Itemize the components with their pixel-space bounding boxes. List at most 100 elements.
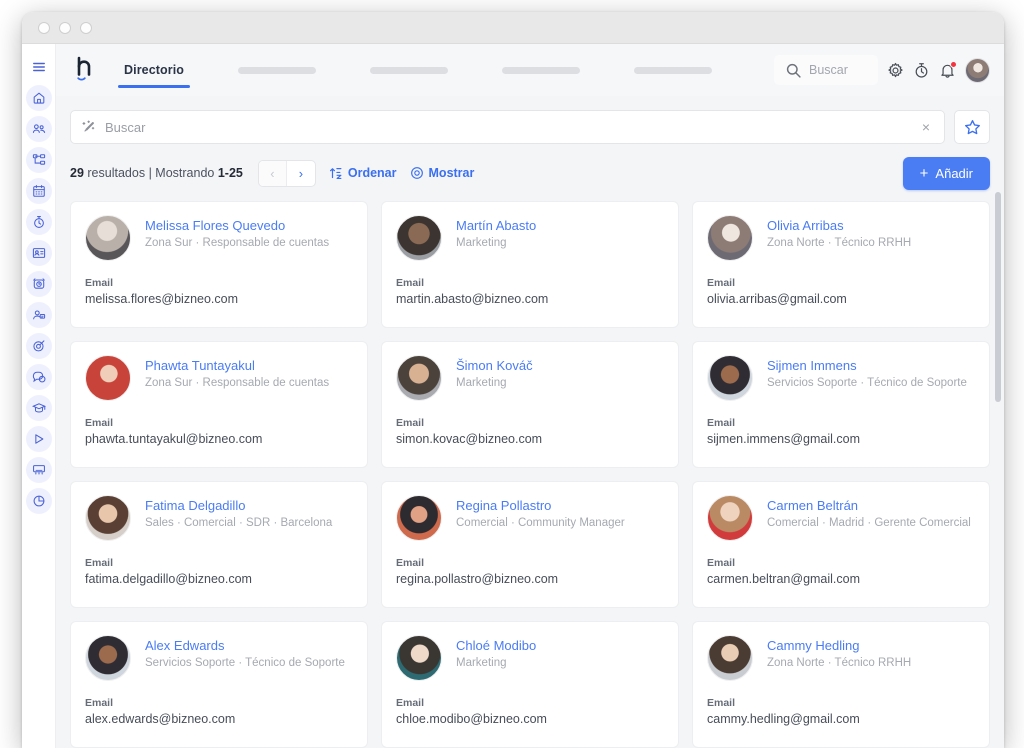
tab-placeholder-4[interactable] — [628, 44, 718, 96]
show-button[interactable]: Mostrar — [410, 166, 474, 180]
clear-search-button[interactable]: × — [918, 120, 934, 134]
sidebar-item-id-card[interactable] — [25, 240, 52, 266]
sidebar-item-people[interactable] — [25, 116, 52, 142]
user-avatar[interactable] — [965, 57, 990, 83]
employee-card[interactable]: Cammy Hedling Zona Norte · Técnico RRHH … — [692, 621, 990, 748]
sidebar-item-messages[interactable] — [25, 364, 52, 390]
avatar[interactable] — [396, 495, 442, 541]
employee-card[interactable]: Melissa Flores Quevedo Zona Sur · Respon… — [70, 201, 368, 328]
employee-meta: Servicios Soporte · Técnico de Soporte — [767, 377, 967, 389]
gear-icon[interactable] — [887, 62, 904, 79]
employee-card[interactable]: Martín Abasto Marketing Email martin.aba… — [381, 201, 679, 328]
email-label: Email — [707, 697, 736, 709]
tab-placeholder-3[interactable] — [496, 44, 586, 96]
add-button[interactable]: + Añadir — [902, 156, 990, 190]
sidebar-item-reports[interactable] — [25, 488, 52, 514]
avatar[interactable] — [396, 215, 442, 261]
employee-card[interactable]: Regina Pollastro Comercial · Community M… — [381, 481, 679, 608]
prev-page-button[interactable]: ‹ — [258, 160, 287, 186]
avatar[interactable] — [85, 495, 131, 541]
bell-icon[interactable] — [939, 60, 957, 79]
employee-name[interactable]: Sijmen Immens — [767, 358, 974, 373]
header-actions: Buscar — [774, 55, 990, 85]
sidebar-item-recruitment[interactable] — [25, 302, 52, 328]
card-header: Phawta Tuntayakul Zona Sur · Responsable… — [85, 355, 352, 401]
avatar[interactable] — [396, 635, 442, 681]
avatar[interactable] — [85, 635, 131, 681]
browser-window: Directorio Buscar Buscar × 29 resultados… — [22, 12, 1004, 748]
sidebar-item-home[interactable] — [25, 85, 52, 111]
employee-name[interactable]: Alex Edwards — [145, 638, 352, 653]
avatar[interactable] — [85, 355, 131, 401]
sidebar-item-performance[interactable] — [25, 333, 52, 359]
sidebar-item-meetings[interactable] — [25, 457, 52, 483]
tab-gap — [586, 44, 628, 96]
employee-name[interactable]: Regina Pollastro — [456, 498, 663, 513]
search-input[interactable]: Buscar × — [70, 110, 945, 144]
sidebar-item-menu[interactable] — [26, 54, 52, 80]
avatar[interactable] — [707, 215, 753, 261]
employee-meta: Zona Sur · Responsable de cuentas — [145, 237, 330, 249]
sidebar-item-alarm[interactable] — [25, 271, 52, 297]
email-label: Email — [396, 277, 425, 289]
app-content: Directorio Buscar Buscar × 29 resultados… — [56, 44, 1004, 748]
employee-card[interactable]: Fatima Delgadillo Sales · Comercial · SD… — [70, 481, 368, 608]
employee-card[interactable]: Carmen Beltrán Comercial · Madrid · Gere… — [692, 481, 990, 608]
results-count: 29 — [70, 166, 84, 180]
sidebar-item-training[interactable] — [25, 395, 52, 421]
scrollbar-thumb[interactable] — [995, 192, 1001, 402]
sidebar-item-time-tracking[interactable] — [25, 209, 52, 235]
employee-email: regina.pollastro@bizneo.com — [396, 572, 559, 586]
scrollbar-track[interactable] — [994, 96, 1002, 748]
employee-card[interactable]: Olivia Arribas Zona Norte · Técnico RRHH… — [692, 201, 990, 328]
next-page-button[interactable]: › — [287, 161, 315, 186]
sidebar-item-calendar[interactable] — [25, 178, 52, 204]
card-identity: Fatima Delgadillo Sales · Comercial · SD… — [145, 495, 352, 529]
tab-placeholder-1[interactable] — [232, 44, 322, 96]
avatar[interactable] — [85, 215, 131, 261]
tab-active-indicator — [118, 85, 191, 88]
bizneo-logo[interactable] — [74, 55, 104, 85]
sidebar-item-org-chart[interactable] — [25, 147, 52, 173]
employee-email: martin.abasto@bizneo.com — [396, 292, 549, 306]
avatar[interactable] — [396, 355, 442, 401]
employee-name[interactable]: Carmen Beltrán — [767, 498, 974, 513]
favorite-button[interactable] — [954, 110, 990, 144]
tab-placeholder-2[interactable] — [364, 44, 454, 96]
email-label: Email — [85, 417, 114, 429]
employee-card[interactable]: Sijmen Immens Servicios Soporte · Técnic… — [692, 341, 990, 468]
avatar[interactable] — [707, 635, 753, 681]
employee-name[interactable]: Fatima Delgadillo — [145, 498, 352, 513]
window-minimize-button[interactable] — [59, 21, 71, 34]
user-card-icon — [32, 310, 45, 320]
employee-name[interactable]: Martín Abasto — [456, 218, 663, 233]
org-chart-icon — [32, 154, 45, 165]
employee-name[interactable]: Šimon Kováč — [456, 358, 663, 373]
employee-meta: Comercial · Community Manager — [456, 517, 625, 529]
employee-name[interactable]: Chloé Modibo — [456, 638, 663, 653]
employee-name[interactable]: Cammy Hedling — [767, 638, 974, 653]
employee-card[interactable]: Phawta Tuntayakul Zona Sur · Responsable… — [70, 341, 368, 468]
sort-button[interactable]: Ordenar — [329, 166, 397, 180]
email-label: Email — [707, 277, 736, 289]
employee-meta: Zona Norte · Técnico RRHH — [767, 237, 912, 249]
employee-card[interactable]: Šimon Kováč Marketing Email simon.kovac@… — [381, 341, 679, 468]
employee-card[interactable]: Alex Edwards Servicios Soporte · Técnico… — [70, 621, 368, 748]
header-search-input[interactable]: Buscar — [774, 55, 878, 85]
employee-name[interactable]: Olivia Arribas — [767, 218, 974, 233]
employee-name[interactable]: Phawta Tuntayakul — [145, 358, 352, 373]
sidebar-item-onboarding[interactable] — [25, 426, 52, 452]
sidebar-rail — [22, 44, 56, 748]
employee-email: phawta.tuntayakul@bizneo.com — [85, 432, 263, 446]
card-identity: Martín Abasto Marketing — [456, 215, 663, 249]
tab-directorio[interactable]: Directorio — [118, 44, 191, 96]
avatar[interactable] — [707, 495, 753, 541]
star-icon — [964, 119, 980, 134]
employee-name[interactable]: Melissa Flores Quevedo — [145, 218, 352, 233]
window-close-button[interactable] — [38, 21, 50, 34]
employee-email: chloe.modibo@bizneo.com — [396, 712, 547, 726]
stopwatch-icon[interactable] — [913, 62, 930, 79]
employee-card[interactable]: Chloé Modibo Marketing Email chloe.modib… — [381, 621, 679, 748]
window-maximize-button[interactable] — [80, 21, 92, 34]
avatar[interactable] — [707, 355, 753, 401]
